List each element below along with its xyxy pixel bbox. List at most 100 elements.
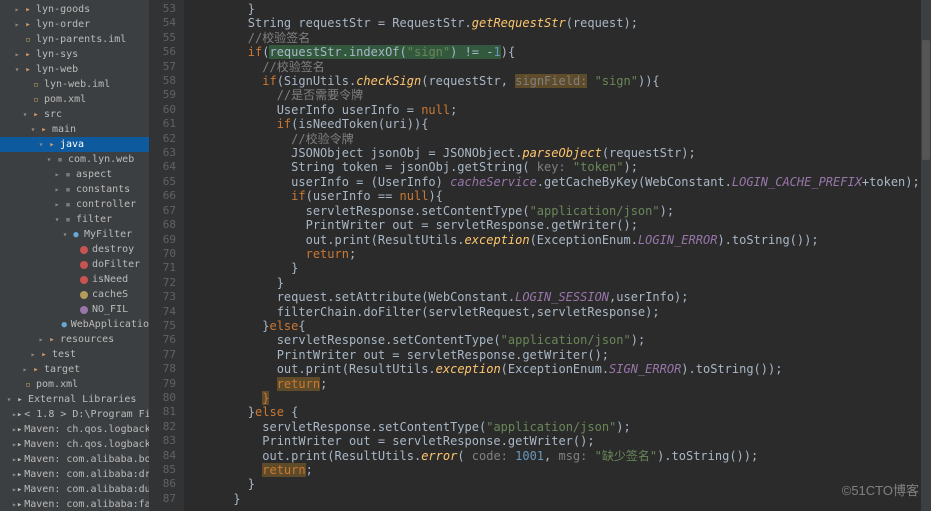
lib-icon: ▸ (17, 484, 22, 496)
tree-arrow-icon[interactable]: ▸ (12, 20, 22, 29)
tree-item[interactable]: ●WebApplicatio (0, 317, 149, 332)
tree-label: Maven: ch.qos.logback:logbac (24, 424, 150, 435)
code-line[interactable]: out.print(ResultUtils.exception(Exceptio… (190, 362, 931, 376)
line-gutter: 53 54 55 56 57 58 59 60 61 62 63 64 65 6… (150, 0, 184, 511)
tree-label: lyn-parents.iml (36, 34, 126, 45)
tree-item[interactable]: ▸▸Maven: com.alibaba:fastjson:1.2 (0, 497, 149, 511)
tree-item[interactable]: ▸▸resources (0, 332, 149, 347)
tree-item[interactable]: ▾▸src (0, 107, 149, 122)
code-line[interactable]: String requestStr = RequestStr.getReques… (190, 16, 931, 30)
code-line[interactable]: return; (190, 377, 931, 391)
tree-arrow-icon[interactable]: ▸ (12, 50, 22, 59)
code-line[interactable]: servletResponse.setContentType("applicat… (190, 420, 931, 434)
tree-item[interactable]: ▾▸lyn-web (0, 62, 149, 77)
scrollbar-thumb[interactable] (922, 40, 930, 160)
code-line[interactable]: JSONObject jsonObj = JSONObject.parseObj… (190, 146, 931, 160)
code-line[interactable]: //校验签名 (190, 31, 931, 45)
tree-item[interactable]: NO_FIL (0, 302, 149, 317)
tree-arrow-icon[interactable]: ▾ (12, 65, 22, 74)
tree-item[interactable]: ▾▪com.lyn.web (0, 152, 149, 167)
tree-arrow-icon[interactable]: ▾ (44, 155, 54, 164)
code-line[interactable]: servletResponse.setContentType("applicat… (190, 204, 931, 218)
code-line[interactable]: //校验签名 (190, 60, 931, 74)
code-line[interactable]: PrintWriter out = servletResponse.getWri… (190, 218, 931, 232)
code-line[interactable]: String token = jsonObj.getString( key: "… (190, 160, 931, 174)
code-line[interactable]: return; (190, 247, 931, 261)
tree-arrow-icon[interactable]: ▸ (52, 200, 62, 209)
tree-item[interactable]: doFilter (0, 257, 149, 272)
tree-arrow-icon[interactable]: ▾ (60, 230, 70, 239)
tree-arrow-icon[interactable]: ▸ (28, 350, 38, 359)
code-line[interactable]: if(isNeedToken(uri)){ (190, 117, 931, 131)
code-area[interactable]: } String requestStr = RequestStr.getRequ… (184, 0, 931, 511)
tree-item[interactable]: ▸▸test (0, 347, 149, 362)
tree-item[interactable]: isNeed (0, 272, 149, 287)
code-line[interactable]: if(SignUtils.checkSign(requestStr, signF… (190, 74, 931, 88)
tree-item[interactable]: destroy (0, 242, 149, 257)
tree-item[interactable]: ▸▪aspect (0, 167, 149, 182)
tree-item[interactable]: ▸▸lyn-sys (0, 47, 149, 62)
code-line[interactable]: }else { (190, 405, 931, 419)
folder-icon: ▸ (22, 49, 34, 61)
tree-item[interactable]: ▸▸Maven: com.alibaba.boot:dubb (0, 452, 149, 467)
tree-arrow-icon[interactable]: ▾ (4, 395, 14, 404)
code-line[interactable]: } (190, 276, 931, 290)
tree-item[interactable]: ▫lyn-web.iml (0, 77, 149, 92)
code-line[interactable]: } (190, 261, 931, 275)
tree-arrow-icon[interactable]: ▸ (36, 335, 46, 344)
tree-item[interactable]: ▾▪filter (0, 212, 149, 227)
tree-item[interactable]: ▾●MyFilter (0, 227, 149, 242)
tree-label: lyn-sys (36, 49, 78, 60)
tree-arrow-icon[interactable]: ▸ (52, 170, 62, 179)
tree-arrow-icon[interactable]: ▾ (20, 110, 30, 119)
tree-item[interactable]: ▸▸Maven: ch.qos.logback:logbac (0, 437, 149, 452)
code-line[interactable]: PrintWriter out = servletResponse.getWri… (190, 348, 931, 362)
tree-arrow-icon[interactable]: ▾ (36, 140, 46, 149)
code-line[interactable]: out.print(ResultUtils.exception(Exceptio… (190, 233, 931, 247)
tree-item[interactable]: ▾▸External Libraries (0, 392, 149, 407)
code-line[interactable]: } (190, 2, 931, 16)
code-line[interactable]: //校验令牌 (190, 132, 931, 146)
code-line[interactable]: request.setAttribute(WebConstant.LOGIN_S… (190, 290, 931, 304)
tree-item[interactable]: ▫pom.xml (0, 377, 149, 392)
project-tree[interactable]: ▸▸lyn-goods▸▸lyn-order▫lyn-parents.iml▸▸… (0, 0, 150, 511)
code-line[interactable]: } (190, 391, 931, 405)
tree-item[interactable]: ▸▪controller (0, 197, 149, 212)
tree-arrow-icon[interactable]: ▸ (20, 365, 30, 374)
code-line[interactable]: filterChain.doFilter(servletRequest,serv… (190, 305, 931, 319)
code-line[interactable]: UserInfo userInfo = null; (190, 103, 931, 117)
tree-item[interactable]: ▸▸< 1.8 > D:\Program Files\Java (0, 407, 149, 422)
tree-item[interactable]: ▫pom.xml (0, 92, 149, 107)
tree-label: External Libraries (28, 394, 136, 405)
code-line[interactable]: }else{ (190, 319, 931, 333)
code-line[interactable]: return; (190, 463, 931, 477)
code-line[interactable]: out.print(ResultUtils.error( code: 1001,… (190, 449, 931, 463)
tree-arrow-icon[interactable]: ▸ (12, 5, 22, 14)
vertical-scrollbar[interactable] (921, 0, 931, 511)
tree-item[interactable]: ▸▸Maven: ch.qos.logback:logbac (0, 422, 149, 437)
tree-arrow-icon[interactable]: ▾ (28, 125, 38, 134)
tree-arrow-icon[interactable]: ▸ (52, 185, 62, 194)
code-line[interactable]: if(userInfo == null){ (190, 189, 931, 203)
code-line[interactable]: servletResponse.setContentType("applicat… (190, 333, 931, 347)
tree-item[interactable]: ▾▸main (0, 122, 149, 137)
tree-item[interactable]: ▫lyn-parents.iml (0, 32, 149, 47)
code-line[interactable]: userInfo = (UserInfo) cacheService.getCa… (190, 175, 931, 189)
tree-item[interactable]: ▸▸Maven: com.alibaba:dubbo:2.6. (0, 482, 149, 497)
code-line[interactable]: //是否需要令牌 (190, 88, 931, 102)
tree-item[interactable]: cacheS (0, 287, 149, 302)
code-line[interactable]: PrintWriter out = servletResponse.getWri… (190, 434, 931, 448)
code-editor[interactable]: 53 54 55 56 57 58 59 60 61 62 63 64 65 6… (150, 0, 931, 511)
lib-icon: ▸ (17, 469, 22, 481)
code-line[interactable]: } (190, 492, 931, 506)
tree-item[interactable]: ▸▸Maven: com.alibaba:druid:1.0. (0, 467, 149, 482)
lib-icon: ▸ (17, 424, 22, 436)
tree-item[interactable]: ▸▸lyn-order (0, 17, 149, 32)
code-line[interactable]: } (190, 477, 931, 491)
tree-item[interactable]: ▾▸java (0, 137, 149, 152)
tree-item[interactable]: ▸▪constants (0, 182, 149, 197)
tree-arrow-icon[interactable]: ▾ (52, 215, 62, 224)
tree-item[interactable]: ▸▸lyn-goods (0, 2, 149, 17)
code-line[interactable]: if(requestStr.indexOf("sign") != -1){ (190, 45, 931, 59)
tree-item[interactable]: ▸▸target (0, 362, 149, 377)
